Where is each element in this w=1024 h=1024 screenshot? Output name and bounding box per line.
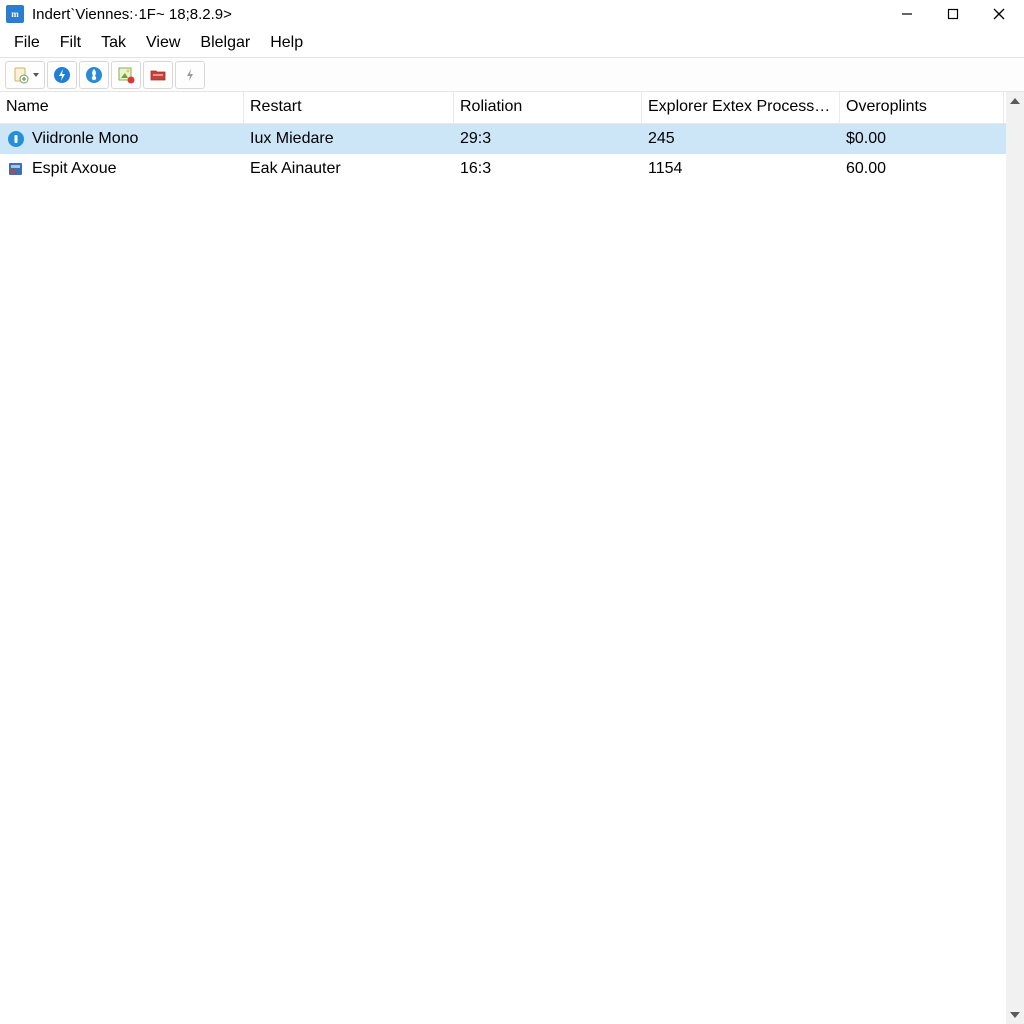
toolbar bbox=[0, 58, 1024, 92]
table-rows: Viidronle Mono Iux Miedare 29:3 245 $0.0… bbox=[0, 124, 1006, 1024]
info-circle-icon bbox=[6, 129, 26, 149]
cell-roliation: 29:3 bbox=[454, 130, 642, 148]
cell-restart: Eak Ainauter bbox=[244, 160, 454, 178]
column-header-explorer[interactable]: Explorer Extex Process ;… bbox=[642, 92, 840, 123]
folder-button[interactable] bbox=[143, 61, 173, 89]
cell-explorer: 245 bbox=[642, 130, 840, 148]
table-row[interactable]: Espit Axoue Eak Ainauter 16:3 1154 60.00 bbox=[0, 154, 1006, 184]
minimize-button[interactable] bbox=[884, 0, 930, 28]
titlebar: m Indert`Viennes:·1F~ 18;8.2.9> bbox=[0, 0, 1024, 28]
table-row[interactable]: Viidronle Mono Iux Miedare 29:3 245 $0.0… bbox=[0, 124, 1006, 154]
flame-circle-icon bbox=[84, 65, 104, 85]
chevron-down-icon bbox=[1010, 1012, 1020, 1018]
cell-restart: Iux Miedare bbox=[244, 130, 454, 148]
cell-roliation: 16:3 bbox=[454, 160, 642, 178]
app-icon: m bbox=[6, 5, 24, 23]
menu-file[interactable]: File bbox=[4, 30, 50, 56]
menu-filt[interactable]: Filt bbox=[50, 30, 91, 56]
column-header-over[interactable]: Overoplints bbox=[840, 92, 1004, 123]
column-header-restart[interactable]: Restart bbox=[244, 92, 454, 123]
column-header-roliation[interactable]: Roliation bbox=[454, 92, 642, 123]
new-document-button[interactable] bbox=[5, 61, 45, 89]
cell-name: Espit Axoue bbox=[0, 159, 244, 179]
picture-badge-icon bbox=[117, 66, 135, 84]
menubar: File Filt Tak View Blelgar Help bbox=[0, 28, 1024, 58]
bolt-icon bbox=[182, 67, 198, 83]
svg-text:m: m bbox=[11, 9, 19, 19]
close-button[interactable] bbox=[976, 0, 1022, 28]
chevron-up-icon bbox=[1010, 98, 1020, 104]
picture-button[interactable] bbox=[111, 61, 141, 89]
cell-name-text: Espit Axoue bbox=[32, 160, 117, 178]
document-plus-icon bbox=[12, 66, 30, 84]
menu-tak[interactable]: Tak bbox=[91, 30, 136, 56]
cell-over: $0.00 bbox=[840, 130, 1004, 148]
maximize-icon bbox=[947, 8, 959, 20]
close-icon bbox=[993, 8, 1005, 20]
action-button[interactable] bbox=[175, 61, 205, 89]
app-square-icon bbox=[6, 159, 26, 179]
scroll-down-button[interactable] bbox=[1006, 1006, 1024, 1024]
dropdown-caret-icon bbox=[33, 73, 39, 77]
globe-button[interactable] bbox=[79, 61, 109, 89]
folder-red-icon bbox=[149, 66, 167, 84]
column-headers: Name Restart Roliation Explorer Extex Pr… bbox=[0, 92, 1006, 124]
vertical-scrollbar[interactable] bbox=[1006, 92, 1024, 1024]
cell-over: 60.00 bbox=[840, 160, 1004, 178]
main-area: Name Restart Roliation Explorer Extex Pr… bbox=[0, 92, 1024, 1024]
lightning-circle-icon bbox=[52, 65, 72, 85]
refresh-button[interactable] bbox=[47, 61, 77, 89]
menu-blelgar[interactable]: Blelgar bbox=[190, 30, 260, 56]
cell-name-text: Viidronle Mono bbox=[32, 130, 138, 148]
maximize-button[interactable] bbox=[930, 0, 976, 28]
window-controls bbox=[884, 0, 1022, 28]
window-title: Indert`Viennes:·1F~ 18;8.2.9> bbox=[32, 6, 232, 23]
menu-help[interactable]: Help bbox=[260, 30, 313, 56]
minimize-icon bbox=[901, 8, 913, 20]
menu-view[interactable]: View bbox=[136, 30, 190, 56]
scroll-up-button[interactable] bbox=[1006, 92, 1024, 110]
column-header-name[interactable]: Name bbox=[0, 92, 244, 123]
cell-name: Viidronle Mono bbox=[0, 129, 244, 149]
table: Name Restart Roliation Explorer Extex Pr… bbox=[0, 92, 1006, 1024]
cell-explorer: 1154 bbox=[642, 160, 840, 178]
